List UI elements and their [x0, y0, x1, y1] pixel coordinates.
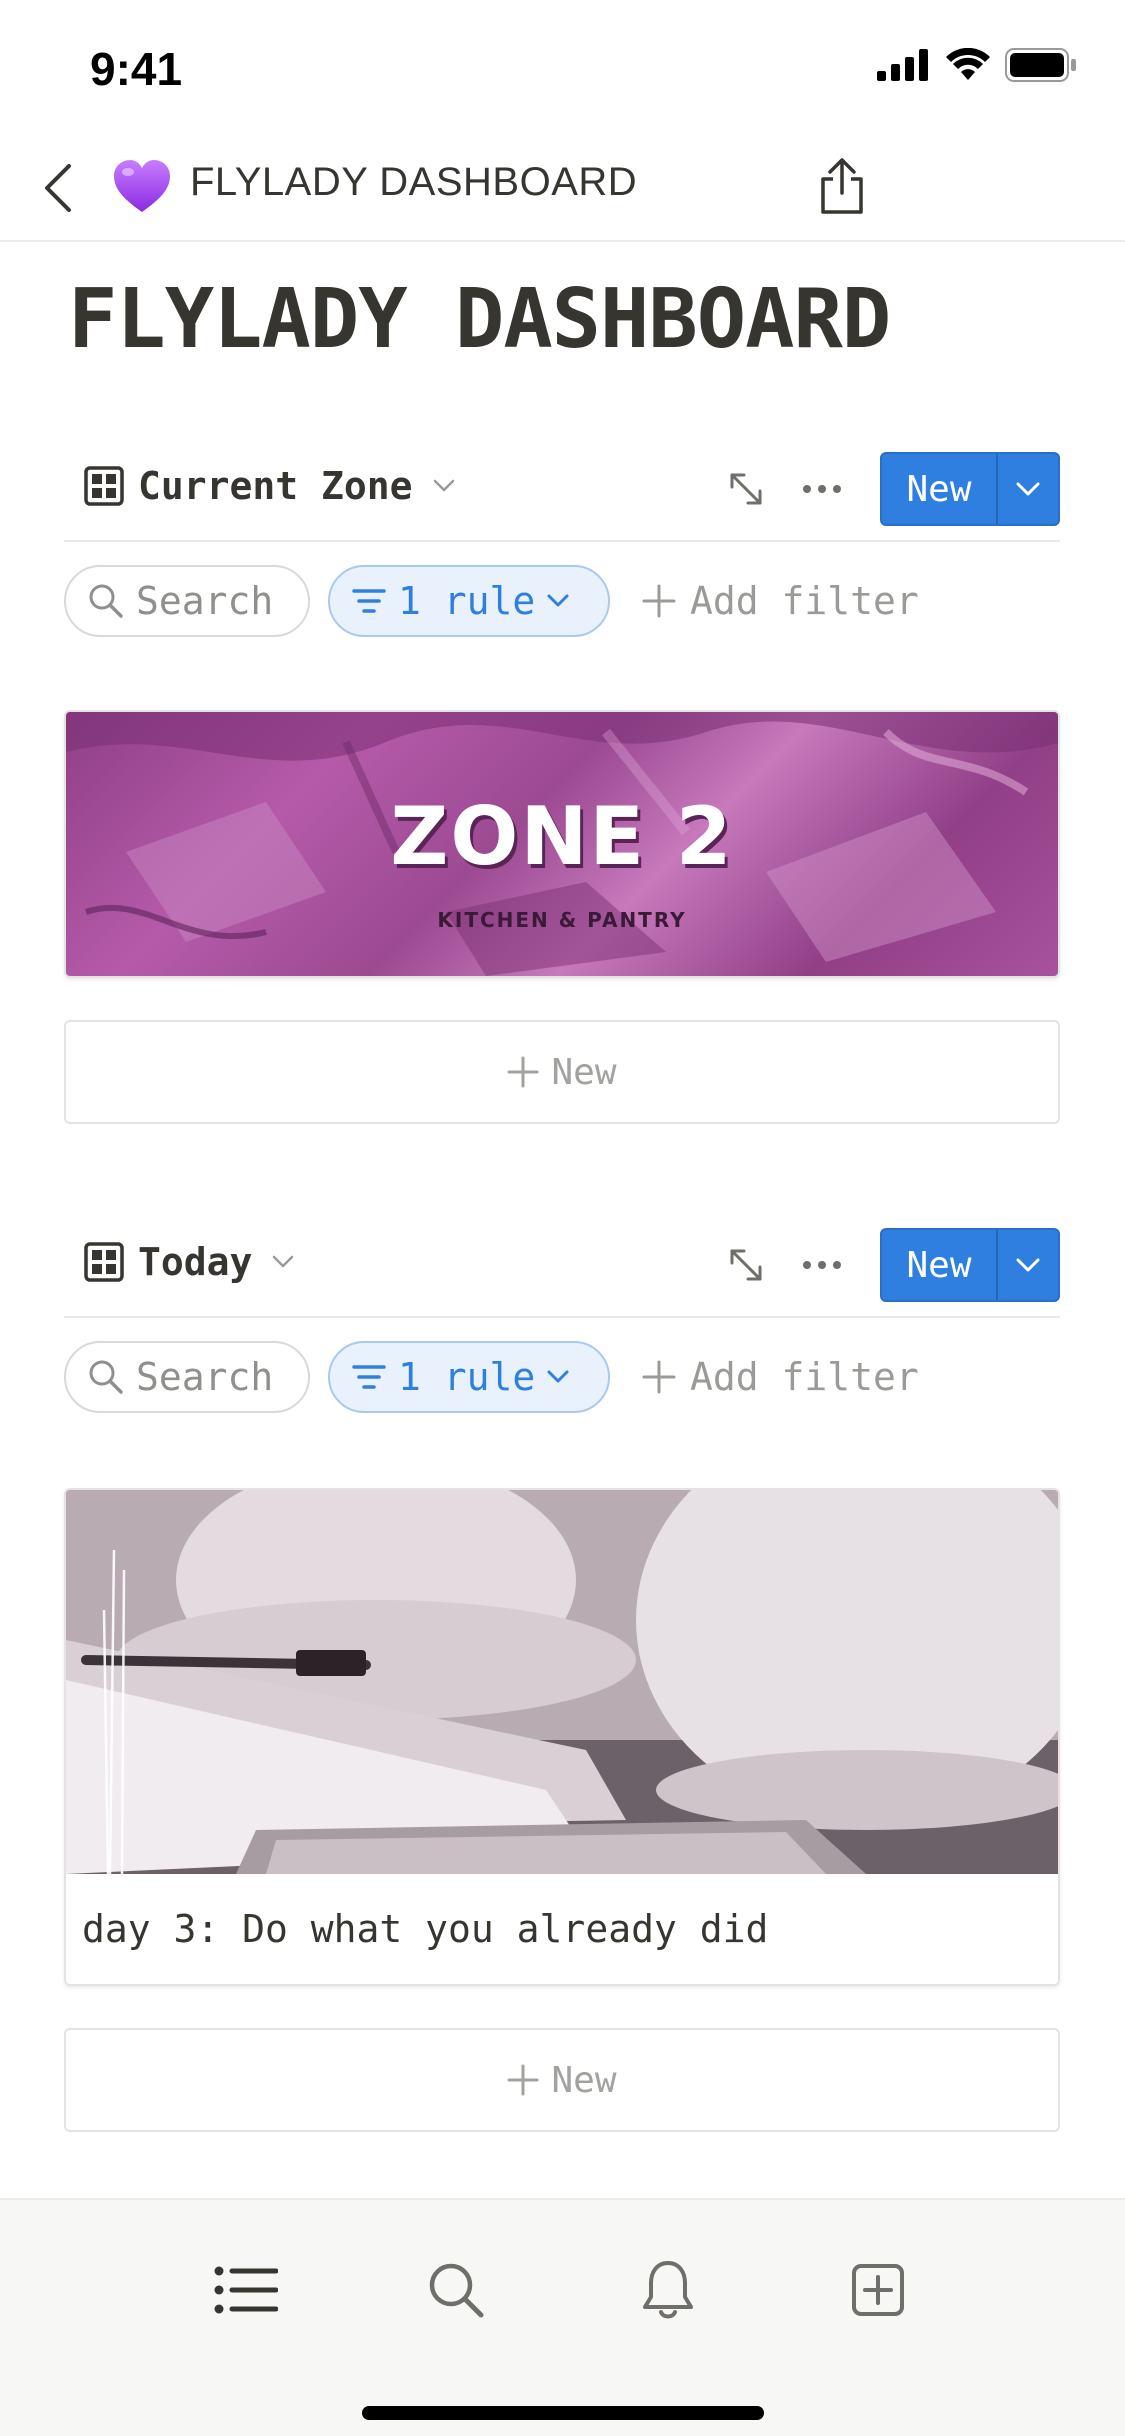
wifi-icon	[946, 48, 990, 80]
add-page-icon	[852, 2264, 904, 2316]
plus-icon	[642, 584, 676, 618]
expand-icon	[730, 473, 762, 505]
new-dropdown-button[interactable]	[998, 454, 1058, 524]
search-icon	[89, 584, 123, 618]
purple-heart-icon	[112, 154, 172, 222]
cellular-signal-icon	[877, 49, 928, 81]
zone-cover-title: ZONE 2	[390, 790, 734, 883]
battery-icon	[1005, 48, 1076, 82]
new-button[interactable]: New	[882, 1230, 998, 1300]
filter-icon	[352, 1365, 386, 1389]
chevron-down-icon	[433, 479, 454, 492]
status-bar: 9:41	[0, 0, 1125, 140]
card-caption: day 3: Do what you already did	[66, 1874, 1058, 1984]
new-dropdown-button[interactable]	[998, 1230, 1058, 1300]
search-label: Search	[136, 579, 274, 623]
more-button[interactable]	[784, 452, 860, 526]
search-icon	[429, 2263, 484, 2318]
section-header: Today New	[64, 1218, 1060, 1318]
status-icons	[877, 48, 1077, 82]
section-actions: New	[708, 452, 1060, 526]
back-button[interactable]	[28, 152, 88, 224]
list-icon	[214, 2266, 278, 2314]
zone-cover-subtitle: KITCHEN & PANTRY	[437, 908, 687, 932]
gallery-card[interactable]: ZONE 2 KITCHEN & PANTRY	[64, 710, 1060, 978]
filter-rule-pill[interactable]: 1 rule	[328, 1341, 610, 1413]
gallery-card[interactable]: day 3: Do what you already did	[64, 1488, 1060, 1986]
plus-icon	[642, 1360, 676, 1394]
new-button[interactable]: New	[882, 454, 998, 524]
new-split-button: New	[880, 1228, 1060, 1302]
add-filter-button[interactable]: Add filter	[642, 1355, 919, 1399]
search-pill[interactable]: Search	[64, 565, 310, 637]
section-title: Current Zone	[138, 464, 413, 508]
section-today: Today New Search 1 rule Add filter day 3…	[64, 1218, 1060, 2132]
page-title: FLYLADY DASHBOARD	[68, 272, 891, 367]
chevron-down-icon	[1016, 1258, 1040, 1272]
bell-icon	[643, 2261, 693, 2319]
plus-icon	[507, 1056, 539, 1088]
add-filter-button[interactable]: Add filter	[642, 579, 919, 623]
status-time: 9:41	[90, 43, 183, 95]
chevron-left-icon	[45, 164, 71, 212]
top-navbar: FLYLADY DASHBOARD	[0, 140, 1125, 242]
rule-label: 1 rule	[398, 1355, 536, 1399]
table-view-icon	[84, 466, 124, 506]
filter-icon	[352, 589, 386, 613]
table-view-icon	[84, 1242, 124, 1282]
add-new-row[interactable]: New	[64, 1020, 1060, 1124]
tab-notifications[interactable]	[628, 2250, 708, 2330]
more-horizontal-icon	[803, 1261, 841, 1269]
tab-sidebar[interactable]	[206, 2250, 286, 2330]
chevron-down-icon	[273, 1255, 294, 1268]
nav-title: FLYLADY DASHBOARD	[190, 160, 638, 204]
chevron-down-icon	[547, 594, 569, 607]
add-new-label: New	[551, 1051, 617, 1093]
search-pill[interactable]: Search	[64, 1341, 310, 1413]
add-new-row[interactable]: New	[64, 2028, 1060, 2132]
expand-icon	[730, 1249, 762, 1281]
rule-label: 1 rule	[398, 579, 536, 623]
share-button[interactable]	[812, 146, 872, 226]
tab-new-page[interactable]	[838, 2250, 918, 2330]
section-header: Current Zone New	[64, 442, 1060, 542]
tab-search[interactable]	[416, 2250, 496, 2330]
bottom-tab-bar	[0, 2198, 1125, 2436]
search-label: Search	[136, 1355, 274, 1399]
view-selector[interactable]: Current Zone	[84, 464, 455, 508]
section-actions: New	[708, 1228, 1060, 1302]
home-indicator	[362, 2406, 764, 2420]
search-icon	[89, 1360, 123, 1394]
plus-icon	[507, 2064, 539, 2096]
add-filter-label: Add filter	[690, 579, 919, 623]
filter-row: Search 1 rule Add filter	[64, 542, 1060, 660]
zone-cover-image: ZONE 2 KITCHEN & PANTRY	[66, 712, 1058, 976]
section-title: Today	[138, 1240, 253, 1284]
chevron-down-icon	[547, 1370, 569, 1383]
add-new-label: New	[551, 2059, 617, 2101]
section-current-zone: Current Zone New Search 1 rule Add filte…	[64, 442, 1060, 1124]
add-filter-label: Add filter	[690, 1355, 919, 1399]
coffee-notebook-cover-image	[66, 1490, 1058, 1875]
expand-button[interactable]	[708, 1228, 784, 1302]
filter-row: Search 1 rule Add filter	[64, 1318, 1060, 1436]
share-icon	[821, 158, 863, 214]
new-split-button: New	[880, 452, 1060, 526]
view-selector[interactable]: Today	[84, 1240, 294, 1284]
filter-rule-pill[interactable]: 1 rule	[328, 565, 610, 637]
more-horizontal-icon	[803, 485, 841, 493]
chevron-down-icon	[1016, 482, 1040, 496]
expand-button[interactable]	[708, 452, 784, 526]
more-button[interactable]	[784, 1228, 860, 1302]
